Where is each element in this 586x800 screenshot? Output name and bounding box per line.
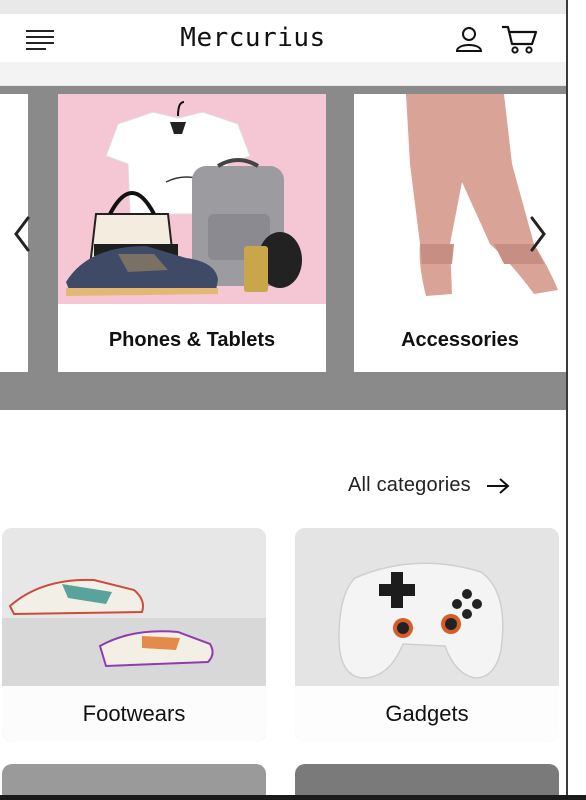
- carousel-card-image: [58, 94, 326, 304]
- user-icon[interactable]: [454, 26, 484, 52]
- top-header: Mercurius: [0, 14, 566, 62]
- category-tile-gadgets[interactable]: Gadgets: [295, 528, 559, 742]
- window-frame-right: [566, 0, 586, 800]
- category-carousel[interactable]: Phones & Tablets Accessories: [0, 86, 566, 410]
- top-status-strip: [0, 0, 566, 14]
- arrow-right-icon: [485, 477, 511, 495]
- all-categories-label: All categories: [348, 474, 471, 496]
- chevron-left-icon[interactable]: [10, 214, 34, 254]
- all-categories-link[interactable]: All categories: [348, 474, 511, 497]
- carousel-card-image: [354, 94, 566, 304]
- shopping-cart-icon[interactable]: [500, 24, 538, 54]
- window-frame-bottom: [0, 795, 586, 800]
- carousel-card-phones-tablets[interactable]: Phones & Tablets: [58, 94, 326, 372]
- chevron-right-icon[interactable]: [526, 214, 550, 254]
- header-sub-strip: [0, 62, 566, 86]
- carousel-card-label: Accessories: [401, 328, 519, 351]
- brand-logo[interactable]: Mercurius: [0, 23, 506, 53]
- carousel-card-label: Phones & Tablets: [108, 328, 276, 351]
- category-tile-footwears[interactable]: Footwears: [2, 528, 266, 742]
- category-tile-label: Gadgets: [295, 686, 559, 742]
- category-tile-label: Footwears: [2, 686, 266, 742]
